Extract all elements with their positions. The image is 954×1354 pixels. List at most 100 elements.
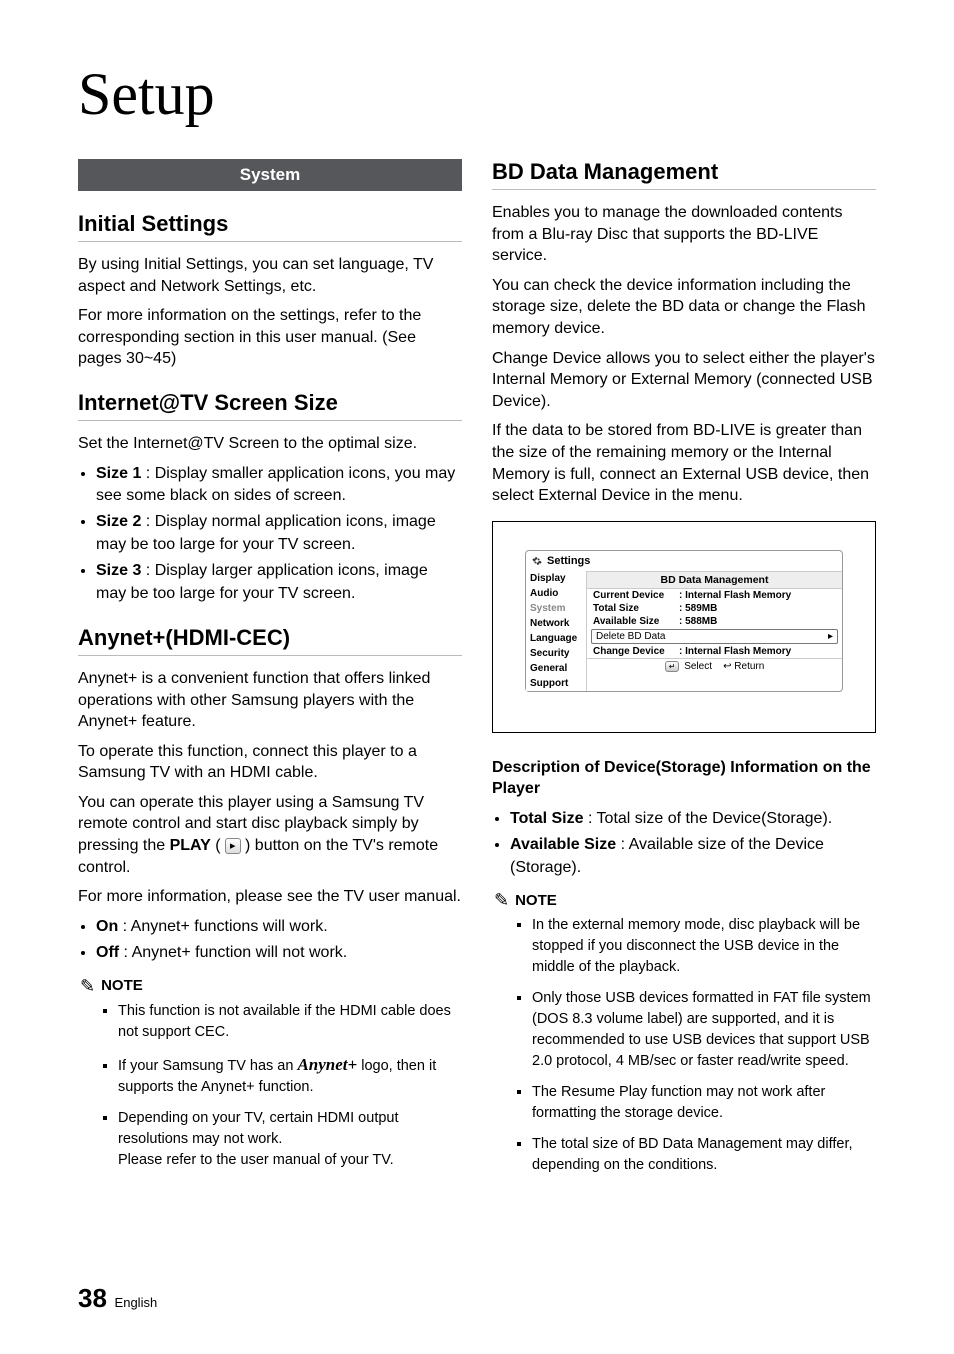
settings-main-pane: BD Data Management Current Device : Inte… bbox=[586, 571, 842, 691]
heading-initial-settings: Initial Settings bbox=[78, 211, 462, 237]
paragraph: If the data to be stored from BD-LIVE is… bbox=[492, 420, 876, 506]
note-label: ✎ NOTE bbox=[80, 977, 462, 995]
sidebar-item-system[interactable]: System bbox=[526, 601, 586, 616]
paragraph: To operate this function, connect this p… bbox=[78, 741, 462, 784]
text: : Anynet+ functions will work. bbox=[118, 918, 327, 935]
note-list: In the external memory mode, disc playba… bbox=[532, 915, 876, 1176]
list-item: Available Size : Available size of the D… bbox=[510, 834, 876, 879]
divider bbox=[78, 655, 462, 656]
info-row: Change Device : Internal Flash Memory bbox=[587, 645, 842, 658]
list-item: In the external memory mode, disc playba… bbox=[532, 915, 876, 978]
text: : Display smaller application icons, you… bbox=[96, 465, 455, 504]
info-row: Available Size : 588MB bbox=[587, 615, 842, 628]
play-button-icon: ▸ bbox=[225, 838, 241, 854]
page-language-label: English bbox=[115, 1295, 158, 1310]
onoff-list: On : Anynet+ functions will work. Off : … bbox=[78, 916, 462, 965]
label: Available Size bbox=[510, 836, 616, 853]
label: Size 1 bbox=[96, 465, 141, 482]
label: Current Device bbox=[593, 590, 679, 601]
value: : Internal Flash Memory bbox=[679, 590, 836, 601]
heading-anynet: Anynet+(HDMI-CEC) bbox=[78, 625, 462, 651]
label-play: PLAY bbox=[170, 837, 211, 854]
text: : Display larger application icons, imag… bbox=[96, 562, 428, 601]
paragraph: By using Initial Settings, you can set l… bbox=[78, 254, 462, 297]
settings-footer: ↵ Select ↩ Return bbox=[587, 658, 842, 674]
label: Available Size bbox=[593, 616, 679, 627]
info-row: Current Device : Internal Flash Memory bbox=[587, 589, 842, 602]
label: Total Size bbox=[593, 603, 679, 614]
size-list: Size 1 : Display smaller application ico… bbox=[78, 463, 462, 605]
divider bbox=[78, 241, 462, 242]
label: Change Device bbox=[593, 646, 679, 657]
gear-icon bbox=[532, 556, 542, 566]
text: : Total size of the Device(Storage). bbox=[584, 810, 833, 827]
divider bbox=[78, 420, 462, 421]
label: On bbox=[96, 918, 118, 935]
heading-internet-tv-screen-size: Internet@TV Screen Size bbox=[78, 390, 462, 416]
right-column: BD Data Management Enables you to manage… bbox=[492, 159, 876, 1186]
anynet-logo: Anynet+ bbox=[297, 1055, 357, 1074]
settings-title: Settings bbox=[547, 555, 590, 567]
text: : Display normal application icons, imag… bbox=[96, 513, 436, 552]
sidebar-item-general[interactable]: General bbox=[526, 661, 586, 676]
paragraph: Set the Internet@TV Screen to the optima… bbox=[78, 433, 462, 455]
sidebar-item-audio[interactable]: Audio bbox=[526, 586, 586, 601]
list-item: The Resume Play function may not work af… bbox=[532, 1082, 876, 1124]
paragraph: Change Device allows you to select eithe… bbox=[492, 348, 876, 413]
delete-bd-data-row[interactable]: Delete BD Data ▸ bbox=[591, 629, 838, 644]
list-item: The total size of BD Data Management may… bbox=[532, 1134, 876, 1176]
note-label: ✎ NOTE bbox=[494, 891, 876, 909]
left-column: System Initial Settings By using Initial… bbox=[78, 159, 462, 1186]
value: : Internal Flash Memory bbox=[679, 646, 836, 657]
list-item: Only those USB devices formatted in FAT … bbox=[532, 988, 876, 1072]
list-item: If your Samsung TV has an Anynet+ logo, … bbox=[118, 1053, 462, 1099]
paragraph: Enables you to manage the downloaded con… bbox=[492, 202, 876, 267]
pane-title: BD Data Management bbox=[587, 571, 842, 589]
paragraph: For more information, please see the TV … bbox=[78, 886, 462, 908]
label: Off bbox=[96, 944, 119, 961]
chevron-right-icon: ▸ bbox=[828, 631, 833, 642]
page-title: Setup bbox=[78, 60, 876, 129]
label: Size 3 bbox=[96, 562, 141, 579]
sidebar-item-language[interactable]: Language bbox=[526, 631, 586, 646]
sidebar-item-support[interactable]: Support bbox=[526, 676, 586, 691]
enter-button-icon: ↵ bbox=[665, 661, 680, 672]
list-item: Size 2 : Display normal application icon… bbox=[96, 511, 462, 556]
label: Size 2 bbox=[96, 513, 141, 530]
device-info-list: Total Size : Total size of the Device(St… bbox=[492, 808, 876, 879]
paragraph: You can check the device information inc… bbox=[492, 275, 876, 340]
list-item: Total Size : Total size of the Device(St… bbox=[510, 808, 876, 830]
settings-screenshot: Settings Display Audio System Network La… bbox=[492, 521, 876, 733]
settings-window-header: Settings bbox=[526, 551, 842, 571]
divider bbox=[492, 189, 876, 190]
paragraph: Anynet+ is a convenient function that of… bbox=[78, 668, 462, 733]
list-item: On : Anynet+ functions will work. bbox=[96, 916, 462, 938]
note-word: NOTE bbox=[515, 892, 557, 909]
list-item: Size 1 : Display smaller application ico… bbox=[96, 463, 462, 508]
label: Total Size bbox=[510, 810, 584, 827]
page-number: 38 bbox=[78, 1283, 107, 1313]
sidebar-item-network[interactable]: Network bbox=[526, 616, 586, 631]
text: If your Samsung TV has an bbox=[118, 1058, 297, 1074]
return-icon: ↩ bbox=[723, 661, 731, 672]
value: : 588MB bbox=[679, 616, 836, 627]
note-hand-icon: ✎ bbox=[80, 977, 95, 995]
sidebar-item-security[interactable]: Security bbox=[526, 646, 586, 661]
list-item: Off : Anynet+ function will not work. bbox=[96, 942, 462, 964]
heading-bd-data-management: BD Data Management bbox=[492, 159, 876, 185]
select-label: Select bbox=[684, 661, 712, 672]
page-footer: 38 English bbox=[78, 1283, 157, 1314]
list-item: This function is not available if the HD… bbox=[118, 1001, 462, 1043]
paragraph: You can operate this player using a Sams… bbox=[78, 792, 462, 878]
value: : 589MB bbox=[679, 603, 836, 614]
note-hand-icon: ✎ bbox=[494, 891, 509, 909]
text: ( bbox=[215, 837, 225, 854]
system-section-band: System bbox=[78, 159, 462, 191]
settings-window: Settings Display Audio System Network La… bbox=[525, 550, 843, 692]
text: : Anynet+ function will not work. bbox=[119, 944, 347, 961]
label: Delete BD Data bbox=[596, 631, 682, 642]
note-list: This function is not available if the HD… bbox=[118, 1001, 462, 1172]
sidebar-item-display[interactable]: Display bbox=[526, 571, 586, 586]
note-word: NOTE bbox=[101, 977, 143, 994]
info-row: Total Size : 589MB bbox=[587, 602, 842, 615]
